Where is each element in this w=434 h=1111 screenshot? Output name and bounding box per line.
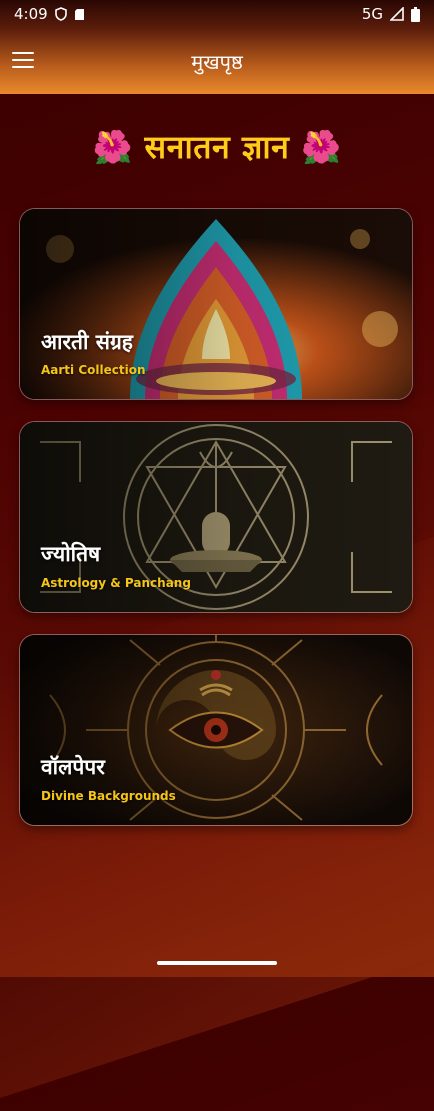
signal-icon [390,7,404,21]
heading-text: सनातन ज्ञान [144,128,290,166]
card-title: ज्योतिष [41,542,101,566]
network-label: 5G [361,5,383,23]
shield-icon [54,7,67,21]
home-indicator[interactable] [157,961,277,965]
card-wallpaper[interactable]: वॉलपेपर Divine Backgrounds [19,634,413,826]
app-heading: 🌺 सनातन ज्ञान 🌺 [0,125,434,168]
card-subtitle: Aarti Collection [41,363,146,377]
card-jyotish[interactable]: ज्योतिष Astrology & Panchang [19,421,413,613]
hibiscus-icon: 🌺 [301,128,342,166]
card-subtitle: Divine Backgrounds [41,789,176,803]
battery-icon [411,6,420,22]
page-title: मुखपृष्ठ [191,50,243,74]
card-subtitle: Astrology & Panchang [41,576,191,590]
hibiscus-icon: 🌺 [92,128,133,166]
card-aarti[interactable]: आरती संग्रह Aarti Collection [19,208,413,400]
card-title: वॉलपेपर [41,755,105,779]
card-title: आरती संग्रह [41,330,133,354]
status-time: 4:09 [14,5,48,23]
sd-card-icon [74,8,84,20]
status-bar: 4:09 5G [0,0,434,28]
